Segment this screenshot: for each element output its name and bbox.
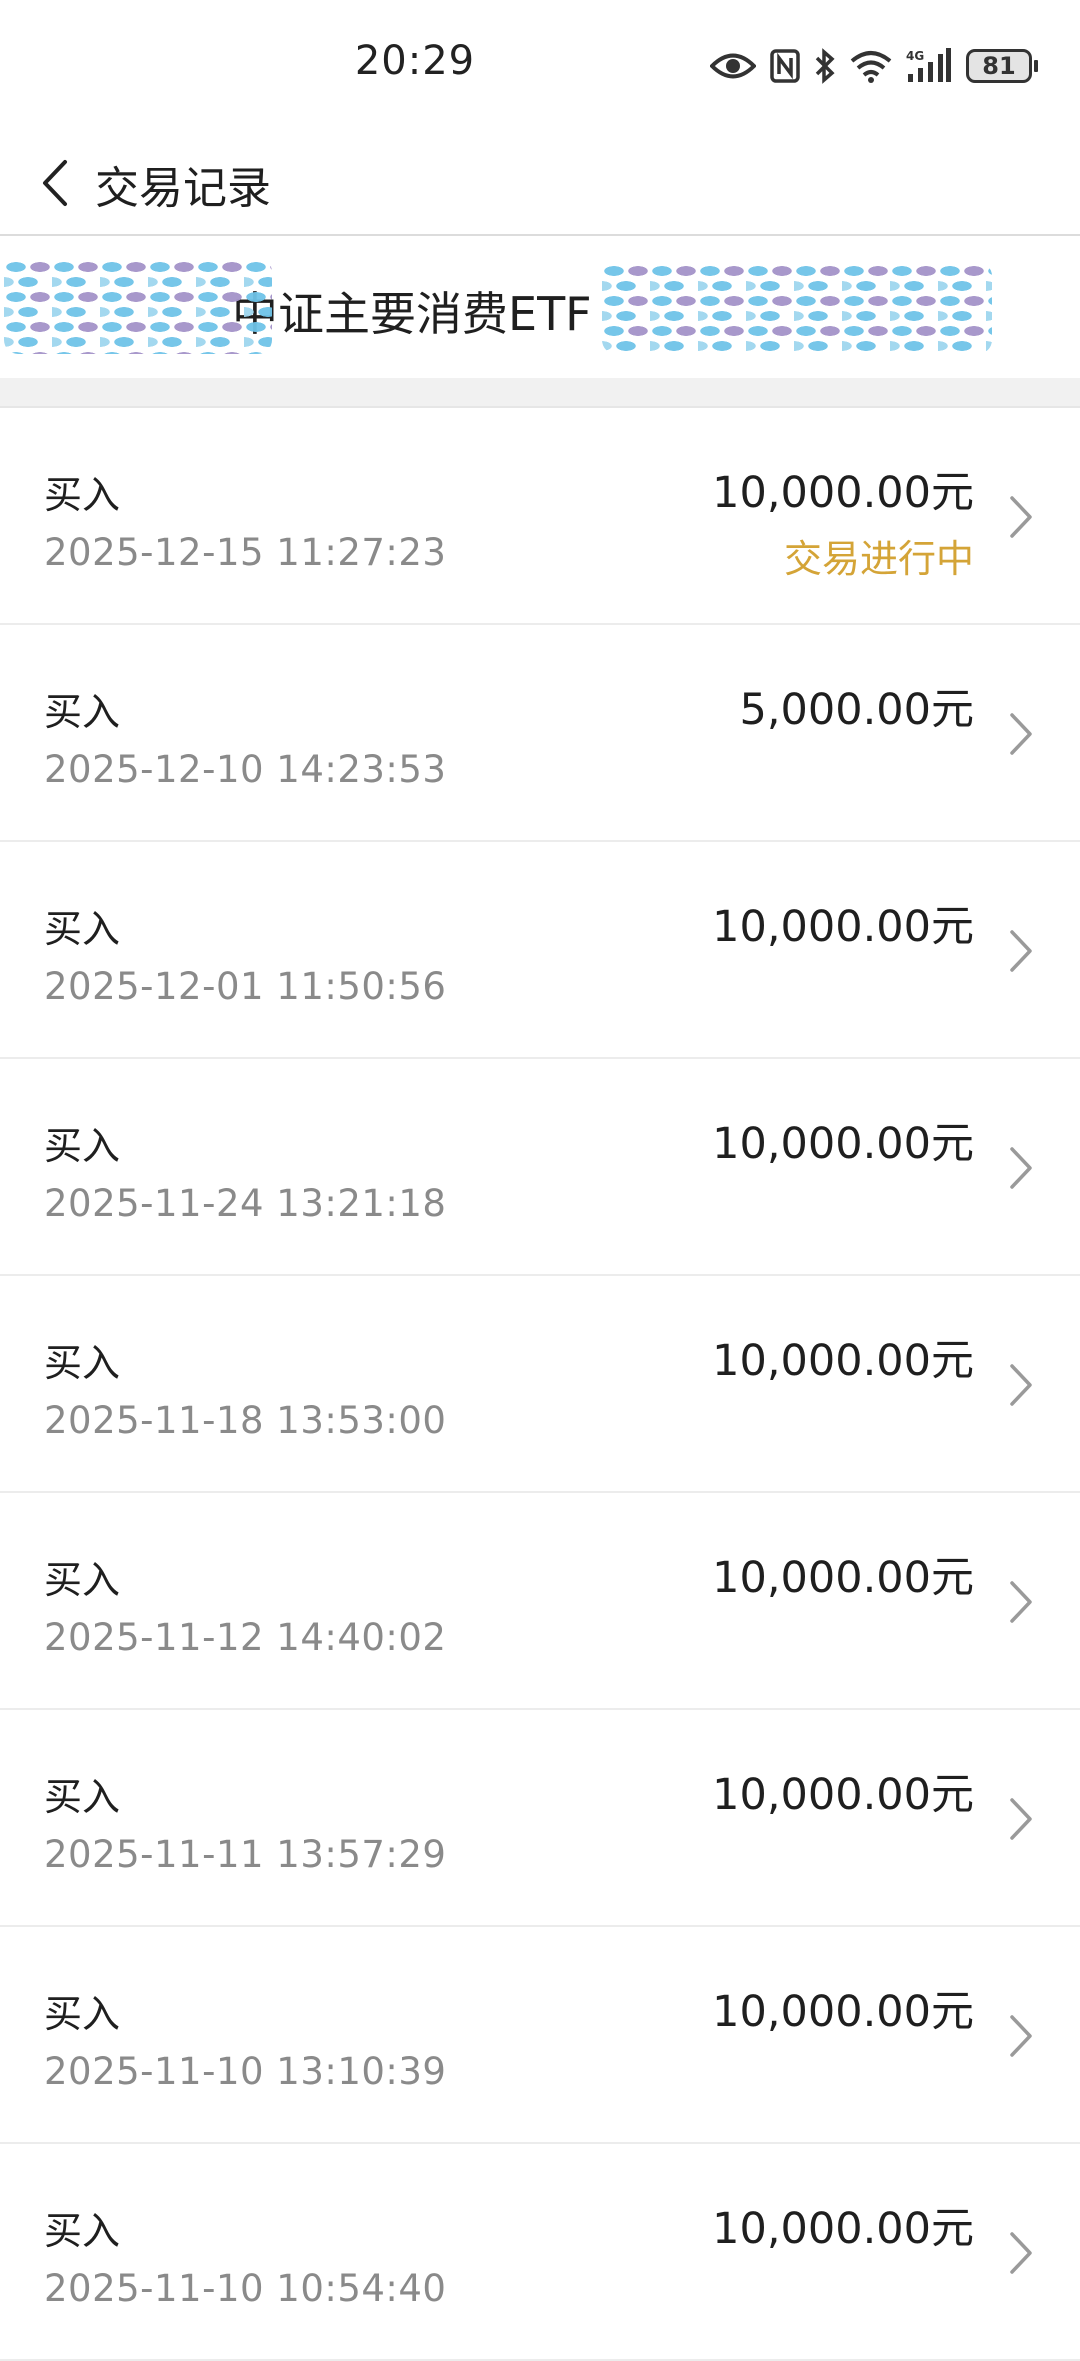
transaction-date: 2025-11-10 10:54:40 bbox=[44, 2267, 447, 2310]
transaction-amount: 10,000.00元 bbox=[712, 902, 974, 952]
transaction-type: 买入 bbox=[44, 690, 121, 734]
transaction-amount: 10,000.00元 bbox=[712, 1987, 974, 2037]
transaction-row[interactable]: 买入 2025-11-11 13:57:29 10,000.00元 bbox=[0, 1710, 1080, 1927]
transaction-type: 买入 bbox=[44, 1341, 121, 1385]
transaction-amount: 10,000.00元 bbox=[712, 2204, 974, 2254]
chevron-right-icon bbox=[1010, 930, 1032, 972]
transaction-date: 2025-11-10 13:10:39 bbox=[44, 2050, 447, 2093]
status-time: 20:29 bbox=[354, 38, 476, 84]
transaction-type: 买入 bbox=[44, 907, 121, 951]
redaction-mosaic bbox=[4, 258, 272, 354]
eye-icon bbox=[710, 53, 756, 79]
transaction-row[interactable]: 买入 2025-11-10 13:10:39 10,000.00元 bbox=[0, 1927, 1080, 2144]
transaction-row[interactable]: 买入 2025-12-10 14:23:53 5,000.00元 bbox=[0, 625, 1080, 842]
transaction-date: 2025-11-18 13:53:00 bbox=[44, 1399, 447, 1442]
page-title: 交易记录 bbox=[95, 163, 271, 214]
transaction-row[interactable]: 买入 2025-11-10 10:54:40 10,000.00元 bbox=[0, 2144, 1080, 2361]
transaction-type: 买入 bbox=[44, 2209, 121, 2253]
transaction-amount: 10,000.00元 bbox=[712, 1336, 974, 1386]
transaction-type: 买入 bbox=[44, 1558, 121, 1602]
transaction-type: 买入 bbox=[44, 1124, 121, 1168]
transaction-date: 2025-11-11 13:57:29 bbox=[44, 1833, 447, 1876]
transaction-status: 交易进行中 bbox=[783, 537, 974, 581]
chevron-right-icon bbox=[1010, 496, 1032, 538]
chevron-right-icon bbox=[1010, 713, 1032, 755]
svg-text:4G: 4G bbox=[906, 49, 924, 63]
nfc-icon bbox=[770, 49, 800, 83]
chevron-right-icon bbox=[1010, 1364, 1032, 1406]
fund-name: 中证主要消费ETF bbox=[232, 287, 592, 341]
status-bar: 20:29 4G 81 bbox=[0, 0, 1080, 130]
transaction-date: 2025-11-24 13:21:18 bbox=[44, 1182, 447, 1225]
transaction-date: 2025-12-01 11:50:56 bbox=[44, 965, 447, 1008]
chevron-right-icon bbox=[1010, 2015, 1032, 2057]
transaction-amount: 10,000.00元 bbox=[712, 1119, 974, 1169]
redaction-mosaic bbox=[602, 262, 992, 354]
status-icons: 4G 81 bbox=[710, 44, 1038, 88]
chevron-right-icon bbox=[1010, 1798, 1032, 1840]
transaction-amount: 10,000.00元 bbox=[712, 1553, 974, 1603]
wifi-icon bbox=[850, 51, 892, 83]
transaction-amount: 10,000.00元 bbox=[712, 468, 974, 518]
transaction-type: 买入 bbox=[44, 473, 121, 517]
bluetooth-icon bbox=[815, 48, 835, 84]
battery-level: 81 bbox=[966, 49, 1032, 83]
transaction-list: 买入 2025-12-15 11:27:23 10,000.00元 交易进行中 … bbox=[0, 408, 1080, 2361]
chevron-right-icon bbox=[1010, 2232, 1032, 2274]
transaction-date: 2025-12-15 11:27:23 bbox=[44, 531, 447, 574]
chevron-left-icon bbox=[43, 160, 67, 206]
transaction-row[interactable]: 买入 2025-12-01 11:50:56 10,000.00元 bbox=[0, 842, 1080, 1059]
transaction-row[interactable]: 买入 2025-11-18 13:53:00 10,000.00元 bbox=[0, 1276, 1080, 1493]
back-button[interactable] bbox=[20, 150, 90, 216]
transaction-row[interactable]: 买入 2025-12-15 11:27:23 10,000.00元 交易进行中 bbox=[0, 408, 1080, 625]
transaction-row[interactable]: 买入 2025-11-24 13:21:18 10,000.00元 bbox=[0, 1059, 1080, 1276]
battery-icon: 81 bbox=[966, 49, 1038, 83]
transaction-date: 2025-11-12 14:40:02 bbox=[44, 1616, 447, 1659]
fund-name-bar: 中证主要消费ETF bbox=[0, 238, 1080, 378]
chevron-right-icon bbox=[1010, 1147, 1032, 1189]
header-bar: 交易记录 bbox=[0, 130, 1080, 236]
transaction-date: 2025-12-10 14:23:53 bbox=[44, 748, 447, 791]
transaction-amount: 5,000.00元 bbox=[739, 685, 974, 735]
transaction-type: 买入 bbox=[44, 1992, 121, 2036]
transaction-row[interactable]: 买入 2025-11-12 14:40:02 10,000.00元 bbox=[0, 1493, 1080, 1710]
chevron-right-icon bbox=[1010, 1581, 1032, 1623]
section-divider bbox=[0, 378, 1080, 408]
transaction-type: 买入 bbox=[44, 1775, 121, 1819]
4g-signal-icon: 4G bbox=[906, 48, 951, 82]
transaction-amount: 10,000.00元 bbox=[712, 1770, 974, 1820]
